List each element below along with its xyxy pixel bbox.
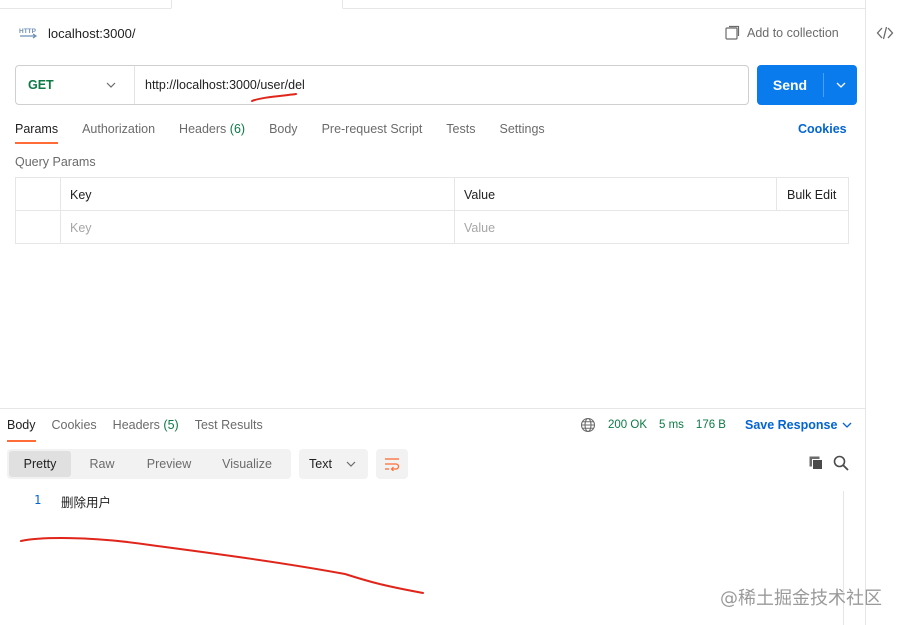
query-params-table: Key Value Bulk Edit Key Value: [15, 177, 849, 244]
tab-params[interactable]: Params: [15, 122, 59, 144]
collection-icon: [725, 25, 740, 40]
response-tab-body[interactable]: Body: [7, 418, 36, 442]
response-meta: 200 OK 5 ms 176 B Save Response: [580, 417, 852, 433]
globe-icon[interactable]: [580, 417, 596, 433]
add-to-collection-button[interactable]: Add to collection: [724, 24, 839, 42]
response-tab-headers-label: Headers: [112, 418, 160, 432]
response-tab-cookies[interactable]: Cookies: [52, 418, 97, 442]
request-title[interactable]: localhost:3000/: [48, 26, 135, 41]
search-icon[interactable]: [833, 455, 849, 471]
send-label: Send: [772, 77, 808, 93]
tab-body[interactable]: Body: [269, 122, 298, 144]
tab-headers-label: Headers: [179, 122, 227, 136]
bulk-edit-button[interactable]: Bulk Edit: [776, 178, 848, 211]
wrap-lines-icon: [385, 458, 400, 471]
table-row: Key Value: [16, 211, 848, 244]
active-request-tab[interactable]: [171, 0, 343, 9]
postman-window: HTTP localhost:3000/ Add to collection G…: [0, 0, 901, 625]
checkbox-column: [16, 178, 61, 211]
save-response-button[interactable]: Save Response: [745, 418, 852, 432]
column-header-key: Key: [61, 178, 455, 211]
view-mode-pretty[interactable]: Pretty: [9, 451, 71, 477]
key-input[interactable]: Key: [61, 211, 455, 244]
value-input[interactable]: Value: [455, 211, 848, 244]
watermark: @稀土掘金技术社区: [720, 588, 882, 609]
response-underline-mark: [20, 537, 424, 594]
chevron-down-icon: [836, 82, 845, 88]
chevron-down-icon: [106, 82, 116, 88]
format-select-label: Text: [309, 457, 332, 471]
line-number: 1: [34, 493, 42, 507]
row-checkbox-cell: [16, 211, 61, 244]
tab-strip: [0, 0, 865, 9]
tab-tests[interactable]: Tests: [446, 122, 475, 144]
query-params-title: Query Params: [15, 155, 96, 169]
wrap-lines-button[interactable]: [376, 449, 408, 479]
chevron-down-icon: [346, 461, 356, 467]
response-body-text: 删除用户: [61, 495, 112, 510]
view-mode-raw[interactable]: Raw: [71, 451, 133, 477]
table-header-row: Key Value Bulk Edit: [16, 178, 848, 211]
response-size[interactable]: 176 B: [696, 419, 726, 431]
method-label: GET: [28, 78, 54, 92]
chevron-down-icon: [842, 422, 852, 428]
send-options-button[interactable]: [824, 82, 857, 88]
url-bar: GET: [15, 65, 749, 105]
cookies-link[interactable]: Cookies: [798, 122, 847, 136]
right-sidebar: [865, 0, 901, 625]
http-icon: HTTP: [19, 28, 38, 39]
view-mode-selector: Pretty Raw Preview Visualize: [7, 449, 291, 479]
method-select[interactable]: GET: [16, 66, 135, 104]
tab-headers[interactable]: Headers (6): [179, 122, 245, 144]
copy-icon[interactable]: [808, 455, 824, 471]
status-badge[interactable]: 200 OK: [608, 419, 647, 431]
save-response-label: Save Response: [744, 418, 838, 432]
response-time[interactable]: 5 ms: [659, 419, 684, 431]
tab-authorization[interactable]: Authorization: [82, 122, 155, 144]
response-tabs: Body Cookies Headers (5) Test Results: [7, 418, 279, 442]
tab-prerequest-script[interactable]: Pre-request Script: [322, 122, 423, 144]
view-mode-visualize[interactable]: Visualize: [205, 451, 289, 477]
code-icon[interactable]: [876, 24, 894, 42]
headers-count: (6): [229, 122, 246, 136]
response-tab-test-results[interactable]: Test Results: [195, 418, 263, 442]
send-button[interactable]: Send: [757, 65, 857, 105]
response-headers-count: (5): [163, 418, 179, 432]
column-header-value: Value: [464, 187, 496, 202]
format-select[interactable]: Text: [299, 449, 368, 479]
response-divider[interactable]: [0, 408, 865, 409]
view-mode-preview[interactable]: Preview: [133, 451, 205, 477]
url-input[interactable]: [135, 66, 748, 104]
response-tab-headers[interactable]: Headers (5): [113, 418, 179, 442]
tab-settings[interactable]: Settings: [499, 122, 544, 144]
request-tabs: Params Authorization Headers (6) Body Pr…: [15, 122, 569, 144]
add-to-collection-label: Add to collection: [747, 26, 839, 40]
